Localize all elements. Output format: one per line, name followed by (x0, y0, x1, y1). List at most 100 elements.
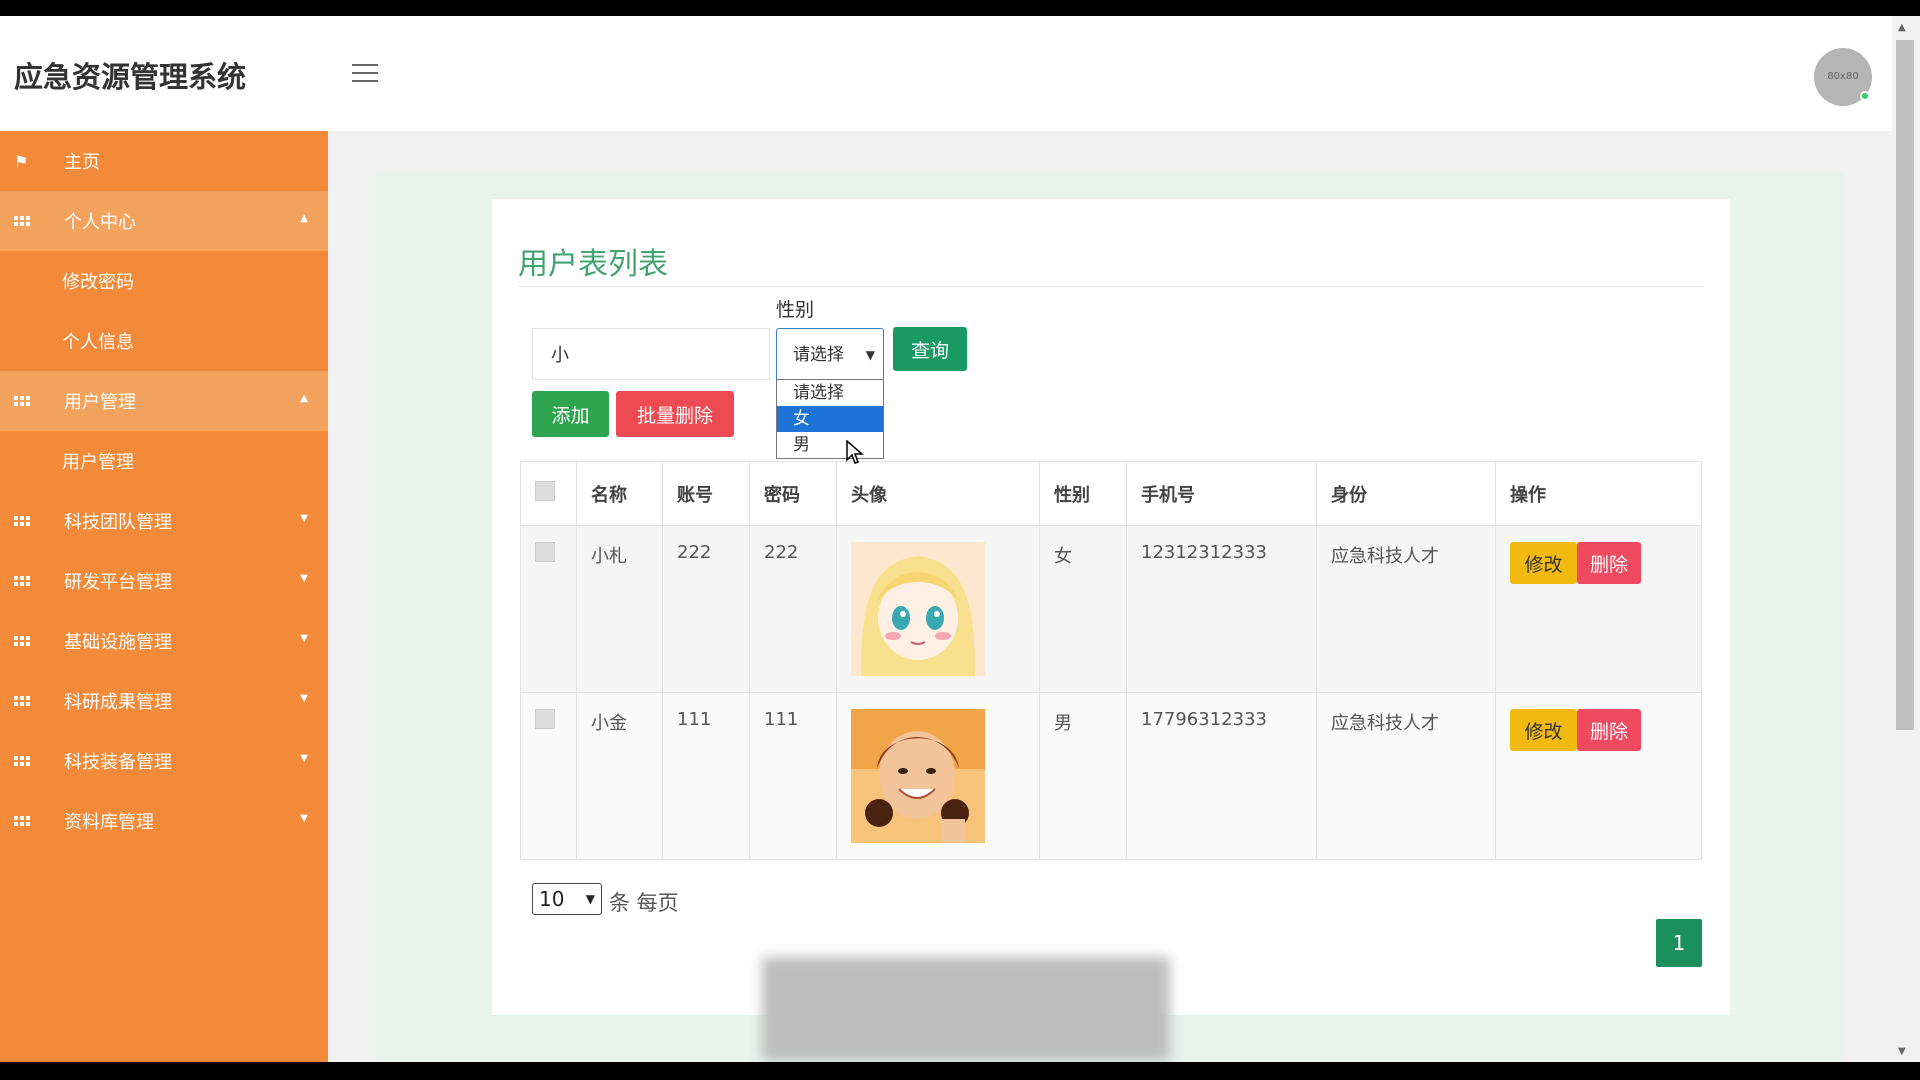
row-select-cell (520, 525, 577, 693)
column-header: 性别 (1039, 461, 1127, 526)
caret-down-icon: ▼ (300, 513, 308, 524)
blurred-overlay (762, 957, 1170, 1061)
grid-icon (14, 696, 30, 706)
sidebar-item-personal-info[interactable]: 个人信息 (0, 311, 328, 371)
sidebar-group-rd-platform[interactable]: 研发平台管理 ▼ (0, 551, 328, 611)
mouse-cursor-icon (846, 440, 864, 464)
user-list-card: 用户表列表 性别 请选择 ▼ 查询 添加 批量删除 请选择 女 男 名称 账号 … (492, 199, 1730, 1015)
delete-button[interactable]: 删除 (1577, 542, 1641, 584)
scroll-down-arrow-icon[interactable]: ▼ (1898, 1046, 1906, 1057)
column-header: 名称 (576, 461, 663, 526)
scrollbar-thumb[interactable] (1896, 40, 1914, 730)
chevron-down-icon: ▼ (865, 348, 875, 362)
user-table: 名称 账号 密码 头像 性别 手机号 身份 操作 小札 222 222 女 12… (520, 461, 1702, 860)
per-page-label: 条 每页 (609, 891, 679, 915)
sidebar-item-label: 科研成果管理 (64, 692, 172, 713)
avatar-cell (836, 692, 1040, 860)
edit-button[interactable]: 修改 (1510, 709, 1577, 751)
caret-up-icon: ▲ (300, 213, 308, 224)
select-all-cell (520, 461, 577, 526)
grid-icon (14, 756, 30, 766)
column-header: 头像 (836, 461, 1040, 526)
identity-cell: 应急科技人才 (1316, 692, 1496, 860)
sidebar: ⚑ 主页 个人中心 ▲ 修改密码 个人信息 用户管理 ▲ 用户管理 科技团队管理… (0, 131, 328, 1062)
sidebar-group-infrastructure[interactable]: 基础设施管理 ▼ (0, 611, 328, 671)
top-header: 应急资源管理系统 80x80 (0, 16, 1892, 131)
page-size-value: 10 (539, 887, 565, 911)
name-search-input[interactable] (532, 328, 770, 380)
grid-icon (14, 516, 30, 526)
avatar-cell (836, 525, 1040, 693)
add-button[interactable]: 添加 (532, 391, 609, 437)
gender-dropdown-list: 请选择 女 男 (776, 379, 884, 459)
sidebar-group-library[interactable]: 资料库管理 ▼ (0, 791, 328, 851)
grid-icon (14, 216, 30, 226)
caret-up-icon: ▲ (300, 393, 308, 404)
user-avatar-image (851, 709, 985, 843)
grid-icon (14, 396, 30, 406)
sidebar-item-label: 用户管理 (64, 392, 136, 413)
actions-cell: 修改 删除 (1495, 525, 1702, 693)
sidebar-group-tech-team[interactable]: 科技团队管理 ▼ (0, 491, 328, 551)
online-status-dot (1860, 91, 1870, 101)
batch-delete-button[interactable]: 批量删除 (616, 391, 734, 437)
name-cell: 小金 (576, 692, 663, 860)
delete-button[interactable]: 删除 (1577, 709, 1641, 751)
sidebar-item-label: 资料库管理 (64, 812, 154, 833)
account-cell: 222 (662, 525, 750, 693)
sidebar-item-home[interactable]: ⚑ 主页 (0, 131, 328, 191)
table-header-row: 名称 账号 密码 头像 性别 手机号 身份 操作 (520, 461, 1702, 526)
gender-cell: 男 (1039, 692, 1127, 860)
password-cell: 111 (749, 692, 837, 860)
caret-down-icon: ▼ (300, 753, 308, 764)
phone-cell: 12312312333 (1126, 525, 1317, 693)
gender-label: 性别 (776, 299, 815, 321)
gender-option-any[interactable]: 请选择 (777, 380, 883, 406)
row-select-cell (520, 692, 577, 860)
column-header: 身份 (1316, 461, 1496, 526)
identity-cell: 应急科技人才 (1316, 525, 1496, 693)
column-header: 账号 (662, 461, 750, 526)
edit-button[interactable]: 修改 (1510, 542, 1577, 584)
sidebar-item-label: 基础设施管理 (64, 632, 172, 653)
phone-cell: 17796312333 (1126, 692, 1317, 860)
sidebar-item-label: 科技装备管理 (64, 752, 172, 773)
row-checkbox[interactable] (535, 709, 555, 729)
column-header: 手机号 (1126, 461, 1317, 526)
chevron-down-icon: ▼ (585, 892, 595, 906)
gender-option-female[interactable]: 女 (777, 406, 883, 432)
sidebar-item-change-password[interactable]: 修改密码 (0, 251, 328, 311)
caret-down-icon: ▼ (300, 693, 308, 704)
title-divider (518, 286, 1704, 287)
column-header: 操作 (1495, 461, 1702, 526)
pagination-page-button[interactable]: 1 (1656, 919, 1702, 967)
page-size-select[interactable]: 10 ▼ (532, 883, 602, 915)
search-button[interactable]: 查询 (893, 327, 967, 371)
gender-select[interactable]: 请选择 ▼ (776, 328, 884, 382)
sidebar-group-user-management[interactable]: 用户管理 ▲ (0, 371, 328, 431)
flag-icon: ⚑ (14, 151, 29, 171)
page-title: 用户表列表 (518, 247, 668, 282)
sidebar-item-user-management[interactable]: 用户管理 (0, 431, 328, 491)
scroll-up-arrow-icon[interactable]: ▲ (1898, 22, 1906, 33)
sidebar-group-research-results[interactable]: 科研成果管理 ▼ (0, 671, 328, 731)
table-row: 小札 222 222 女 12312312333 应急科技人才 修改 删除 (520, 525, 1702, 693)
menu-toggle-icon[interactable] (352, 64, 378, 84)
user-avatar-image (851, 542, 985, 676)
sidebar-group-personal-center[interactable]: 个人中心 ▲ (0, 191, 328, 251)
row-checkbox[interactable] (535, 542, 555, 562)
caret-down-icon: ▼ (300, 573, 308, 584)
app-title: 应急资源管理系统 (14, 60, 247, 94)
gender-cell: 女 (1039, 525, 1127, 693)
actions-cell: 修改 删除 (1495, 692, 1702, 860)
grid-icon (14, 636, 30, 646)
account-cell: 111 (662, 692, 750, 860)
sidebar-group-tech-equipment[interactable]: 科技装备管理 ▼ (0, 731, 328, 791)
grid-icon (14, 576, 30, 586)
grid-icon (14, 816, 30, 826)
gender-option-male[interactable]: 男 (777, 432, 883, 458)
select-all-checkbox[interactable] (535, 481, 555, 501)
caret-down-icon: ▼ (300, 813, 308, 824)
name-cell: 小札 (576, 525, 663, 693)
column-header: 密码 (749, 461, 837, 526)
